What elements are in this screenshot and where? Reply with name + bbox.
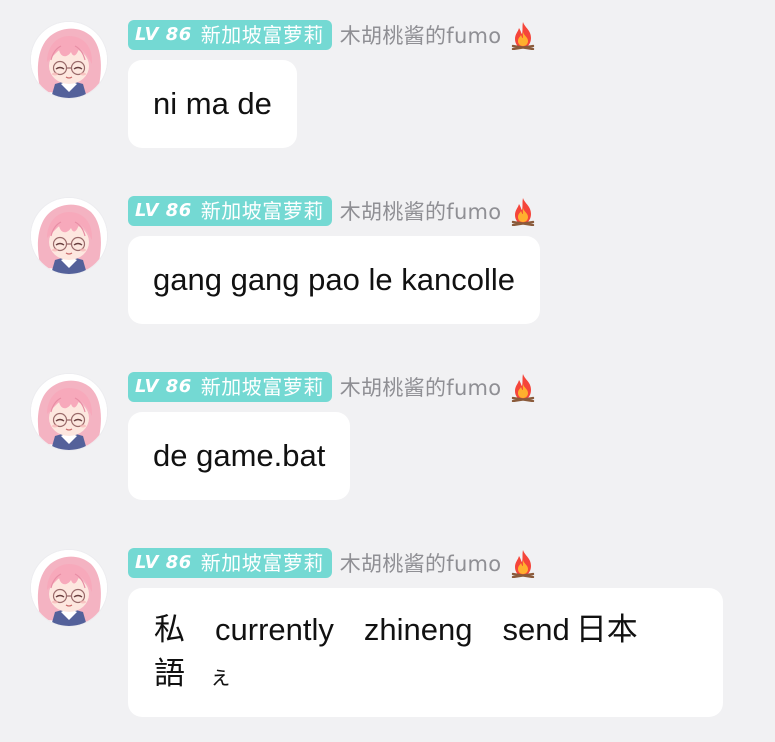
level-label: LV 86: [135, 200, 192, 221]
level-label: LV 86: [135, 552, 192, 573]
level-badge[interactable]: LV 86 新加坡富萝莉: [128, 20, 332, 50]
member-title: 新加坡富萝莉: [200, 375, 324, 399]
fire-icon: [509, 196, 537, 226]
level-label: LV 86: [135, 376, 192, 397]
message-header: LV 86 新加坡富萝莉 木胡桃酱的fumo: [128, 548, 537, 578]
member-title: 新加坡富萝莉: [200, 199, 324, 223]
message-word: currently: [215, 612, 334, 647]
avatar-image: [31, 198, 107, 274]
avatar[interactable]: [31, 550, 107, 626]
message-word: send: [502, 612, 570, 647]
level-badge[interactable]: LV 86 新加坡富萝莉: [128, 196, 332, 226]
fire-icon: [509, 372, 537, 402]
message-word: ぇ: [209, 663, 232, 689]
level-label: LV 86: [135, 24, 192, 45]
message-header: LV 86 新加坡富萝莉 木胡桃酱的fumo: [128, 372, 537, 402]
avatar-image: [31, 550, 107, 626]
avatar[interactable]: [31, 22, 107, 98]
message-bubble[interactable]: gang gang pao le kancolle: [128, 236, 540, 324]
member-title: 新加坡富萝莉: [200, 551, 324, 575]
fire-icon: [509, 20, 537, 50]
avatar[interactable]: [31, 198, 107, 274]
level-badge[interactable]: LV 86 新加坡富萝莉: [128, 372, 332, 402]
message-text: ni ma de: [153, 86, 272, 121]
message-header: LV 86 新加坡富萝莉 木胡桃酱的fumo: [128, 196, 537, 226]
level-badge[interactable]: LV 86 新加坡富萝莉: [128, 548, 332, 578]
message-bubble[interactable]: ni ma de: [128, 60, 297, 148]
message-word: 語: [154, 656, 185, 691]
avatar-image: [31, 22, 107, 98]
message-word: zhineng: [363, 612, 473, 647]
member-title: 新加坡富萝莉: [200, 23, 324, 47]
avatar-image: [31, 374, 107, 450]
sender-nickname[interactable]: 木胡桃酱的fumo: [340, 372, 502, 402]
sender-nickname[interactable]: 木胡桃酱的fumo: [340, 20, 502, 50]
message-text: gang gang pao le kancolle: [153, 262, 515, 297]
sender-nickname[interactable]: 木胡桃酱的fumo: [340, 196, 502, 226]
avatar[interactable]: [31, 374, 107, 450]
message-header: LV 86 新加坡富萝莉 木胡桃酱的fumo: [128, 20, 537, 50]
fire-icon: [509, 548, 537, 578]
sender-nickname[interactable]: 木胡桃酱的fumo: [340, 548, 502, 578]
message-word: 私: [154, 612, 185, 647]
message-bubble[interactable]: 私 currently zhineng send 日本語ぇ: [128, 588, 723, 717]
message-word: 日本: [575, 612, 638, 647]
message-text: de game.bat: [153, 438, 326, 473]
message-bubble[interactable]: de game.bat: [128, 412, 351, 500]
